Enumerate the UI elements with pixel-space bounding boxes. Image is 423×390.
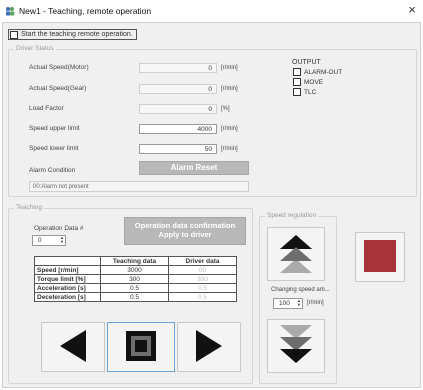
changing-speed-label: Changing speed am... bbox=[271, 287, 330, 293]
output-tlc-label: TLC bbox=[304, 88, 317, 96]
stop-button[interactable] bbox=[107, 322, 175, 372]
row-label-speed: Speed [r/min] bbox=[34, 265, 101, 275]
output-alarm-out-label: ALARM-OUT bbox=[304, 68, 343, 76]
changing-speed-value: 100 bbox=[279, 300, 290, 307]
speed-up-icon bbox=[278, 233, 314, 275]
actual-speed-motor-value: 0 bbox=[139, 63, 217, 73]
load-factor-value: 0 bbox=[139, 104, 217, 114]
output-move-checkbox bbox=[293, 78, 301, 86]
teaching-deceleration-cell[interactable]: 0.5 bbox=[100, 292, 169, 302]
table-header-empty bbox=[34, 256, 101, 266]
actual-speed-motor-label: Actual Speed(Motor) bbox=[29, 64, 89, 71]
driver-acceleration-cell: 0.5 bbox=[168, 283, 237, 293]
stop-red-square-icon bbox=[363, 239, 397, 275]
output-tlc-checkbox bbox=[293, 88, 301, 96]
window-title: New1 - Teaching, remote operation bbox=[19, 6, 152, 16]
teaching-acceleration-cell[interactable]: 0.5 bbox=[100, 283, 169, 293]
start-teaching-label: Start the teaching remote operation. bbox=[21, 31, 133, 38]
speed-lower-limit-unit: [r/min] bbox=[221, 146, 238, 152]
row-label-deceleration: Deceleration [s] bbox=[34, 292, 101, 302]
driver-status-group: Driver Status Actual Speed(Motor) 0 [r/m… bbox=[8, 45, 417, 197]
load-factor-label: Load Factor bbox=[29, 105, 64, 112]
speed-lower-limit-input[interactable]: 50 bbox=[139, 144, 217, 154]
actual-speed-gear-label: Actual Speed(Gear) bbox=[29, 85, 87, 92]
actual-speed-gear-unit: [r/min] bbox=[221, 86, 238, 92]
teaching-data-table: Teaching data Driver data Speed [r/min] … bbox=[34, 256, 237, 302]
table-row: Torque limit [%] 300 300 bbox=[34, 274, 237, 284]
teaching-speed-cell[interactable]: 3000 bbox=[100, 265, 169, 275]
speed-upper-limit-label: Speed upper limit bbox=[29, 125, 80, 132]
jog-forward-button[interactable] bbox=[177, 322, 241, 372]
alarm-reset-button[interactable]: Alarm Reset bbox=[139, 161, 249, 175]
changing-speed-unit: [r/min] bbox=[307, 300, 324, 306]
actual-speed-gear-value: 0 bbox=[139, 84, 217, 94]
speed-regulation-title: Speed regulation bbox=[265, 212, 319, 219]
operation-data-value: 0 bbox=[38, 237, 42, 244]
teaching-app-icon bbox=[5, 6, 15, 16]
teaching-torque-cell[interactable]: 300 bbox=[100, 274, 169, 284]
output-tlc: TLC bbox=[293, 88, 316, 96]
driver-torque-cell: 300 bbox=[168, 274, 237, 284]
load-factor-unit: [%] bbox=[221, 106, 230, 112]
table-header-driver: Driver data bbox=[168, 256, 237, 266]
speed-upper-limit-input[interactable]: 4000 bbox=[139, 124, 217, 134]
table-header-teaching: Teaching data bbox=[100, 256, 169, 266]
changing-speed-spinner[interactable]: 100 ▲ ▼ bbox=[273, 298, 303, 309]
changing-speed-arrows-icon[interactable]: ▲ ▼ bbox=[297, 299, 301, 307]
actual-speed-motor-unit: [r/min] bbox=[221, 65, 238, 71]
speed-up-button[interactable] bbox=[267, 227, 325, 281]
operation-data-spinner[interactable]: 0 ▲ ▼ bbox=[32, 235, 66, 246]
start-teaching-checkbox-box[interactable] bbox=[10, 30, 18, 39]
table-row: Deceleration [s] 0.5 0.5 bbox=[34, 292, 237, 302]
confirm-button-line1: Operation data confirmation bbox=[134, 221, 236, 230]
spinner-arrows-icon[interactable]: ▲ ▼ bbox=[60, 236, 64, 244]
output-alarm-out-checkbox bbox=[293, 68, 301, 76]
driver-status-title: Driver Status bbox=[14, 45, 56, 52]
title-bar: New1 - Teaching, remote operation × bbox=[0, 0, 423, 22]
triangle-right-icon bbox=[194, 329, 224, 365]
driver-speed-cell: 00 bbox=[168, 265, 237, 275]
speed-upper-limit-unit: [r/min] bbox=[221, 126, 238, 132]
table-row: Speed [r/min] 3000 00 bbox=[34, 265, 237, 275]
window-body: Start the teaching remote operation. Dri… bbox=[2, 22, 421, 388]
alarm-message: 00:Alarm not present bbox=[29, 181, 249, 192]
output-move-label: MOVE bbox=[304, 78, 324, 86]
output-move: MOVE bbox=[293, 78, 323, 86]
triangle-left-icon bbox=[58, 329, 88, 365]
table-header-row: Teaching data Driver data bbox=[34, 256, 237, 266]
emergency-stop-button[interactable] bbox=[355, 232, 405, 282]
driver-deceleration-cell: 0.5 bbox=[168, 292, 237, 302]
operation-data-confirm-button[interactable]: Operation data confirmation Apply to dri… bbox=[124, 217, 246, 245]
teaching-title: Teaching bbox=[14, 204, 45, 211]
row-label-torque: Torque limit [%] bbox=[34, 274, 101, 284]
close-icon[interactable]: × bbox=[408, 3, 416, 17]
start-teaching-checkbox[interactable]: Start the teaching remote operation. bbox=[8, 29, 137, 40]
confirm-button-line2: Apply to driver bbox=[158, 230, 212, 239]
speed-lower-limit-label: Speed lower limit bbox=[29, 145, 79, 152]
speed-down-button[interactable] bbox=[267, 319, 325, 373]
operation-data-label: Operation Data # bbox=[34, 225, 84, 232]
output-alarm-out: ALARM-OUT bbox=[293, 68, 342, 76]
stop-square-icon bbox=[125, 330, 157, 364]
table-row: Acceleration [s] 0.5 0.5 bbox=[34, 283, 237, 293]
speed-down-icon bbox=[278, 325, 314, 367]
alarm-condition-label: Alarm Condition bbox=[29, 167, 76, 174]
jog-reverse-button[interactable] bbox=[41, 322, 105, 372]
row-label-acceleration: Acceleration [s] bbox=[34, 283, 101, 293]
output-title: OUTPUT bbox=[292, 59, 321, 66]
